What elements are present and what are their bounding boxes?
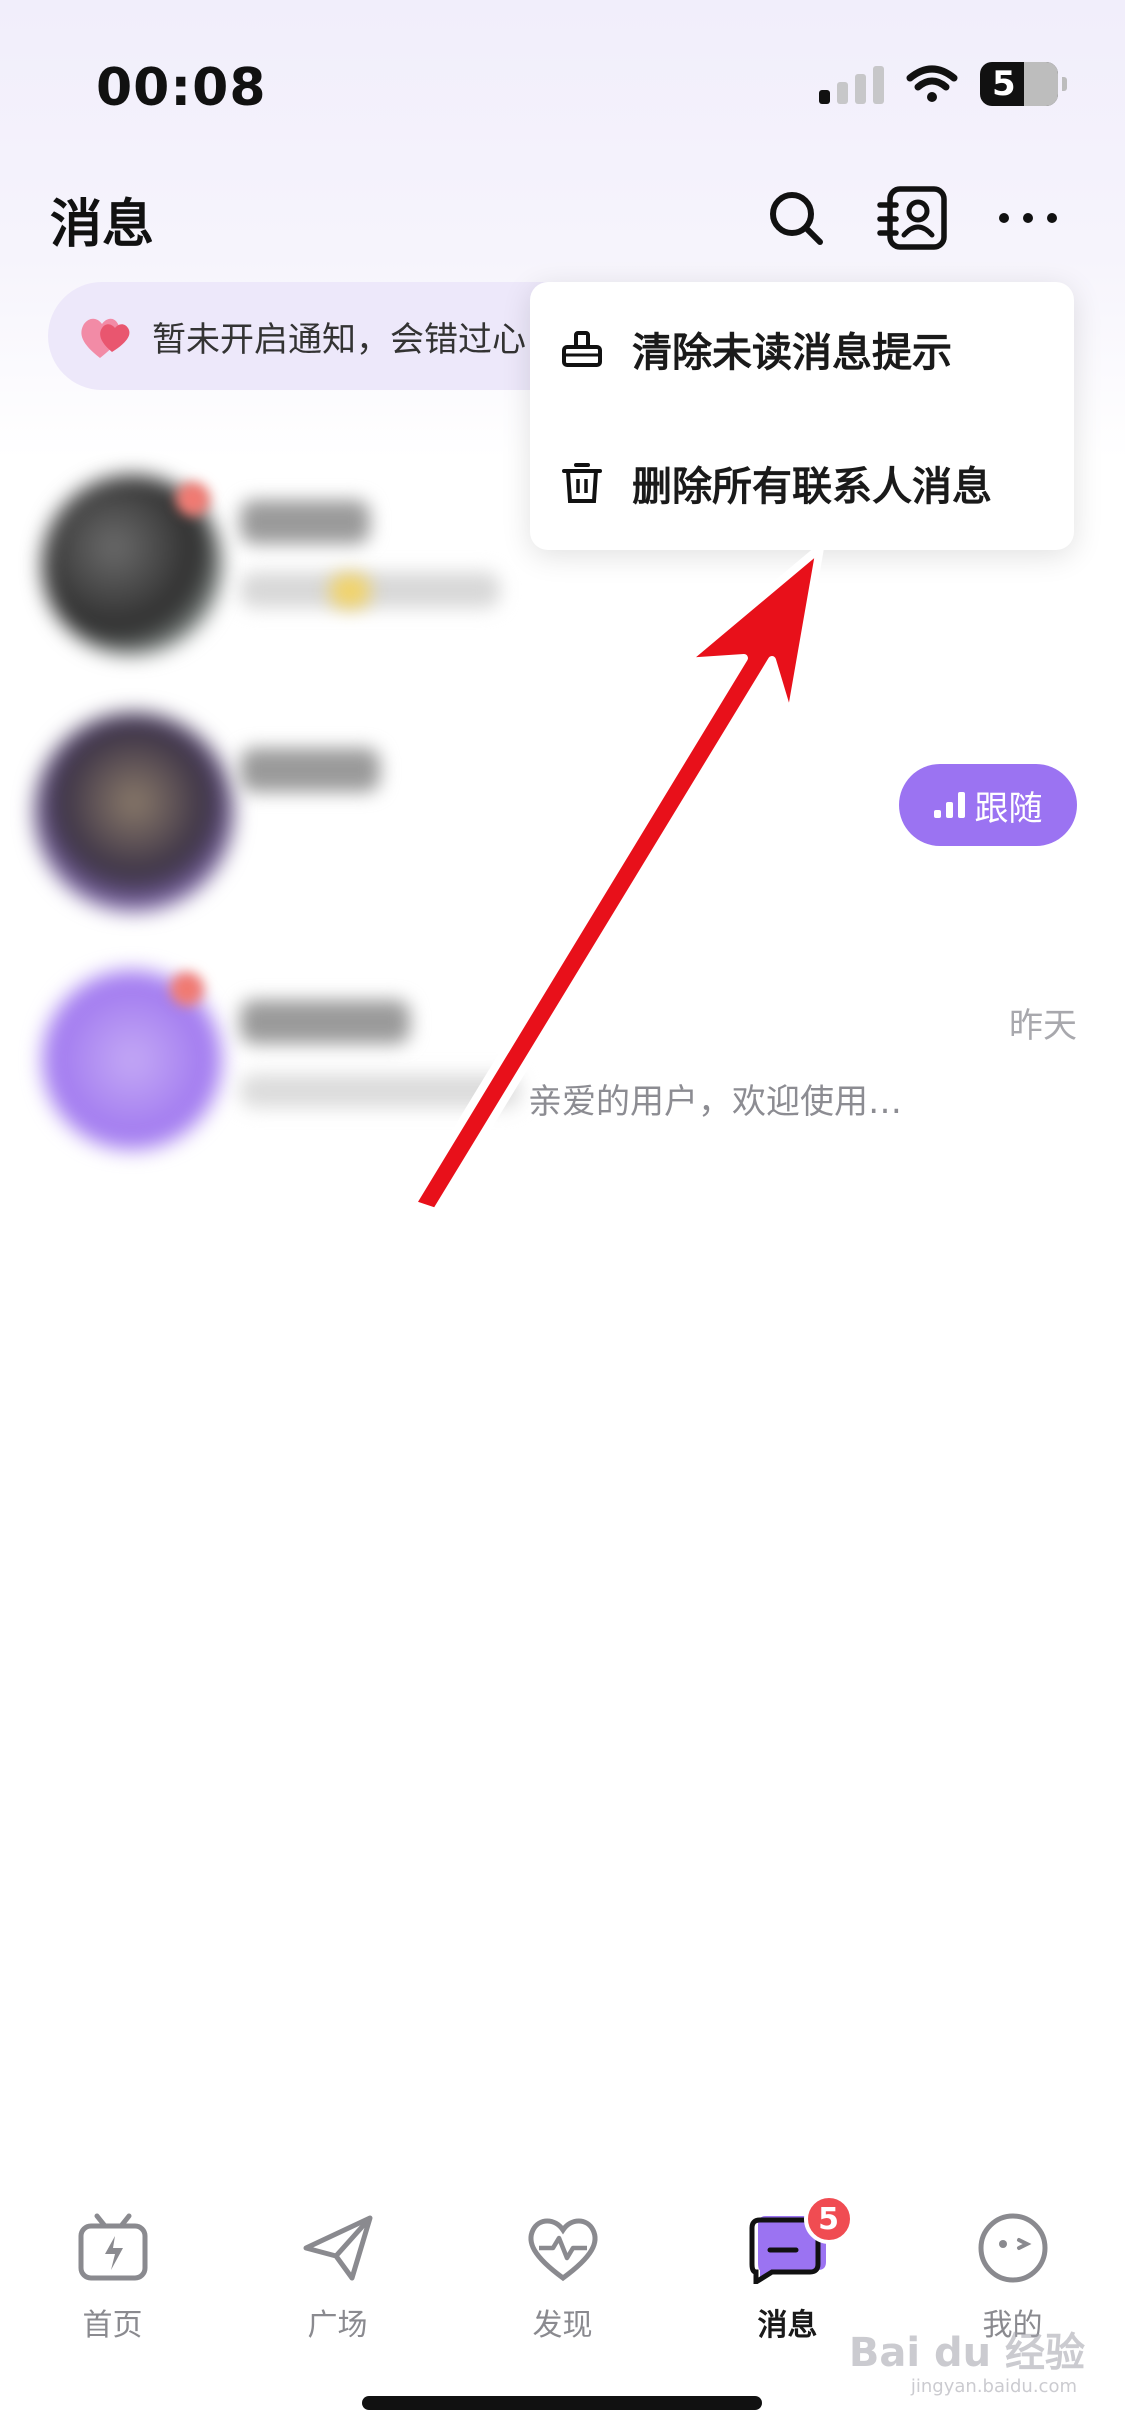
wifi-icon bbox=[906, 65, 958, 102]
message-preview-blurred bbox=[240, 572, 500, 608]
trash-icon bbox=[562, 463, 602, 503]
signal-bars-icon bbox=[933, 792, 965, 818]
tab-label: 广场 bbox=[307, 2308, 368, 2343]
notification-banner-text: 暂未开启通知，会错过心 bbox=[152, 319, 526, 360]
battery-icon: 5 bbox=[980, 62, 1058, 106]
message-preview-blurred bbox=[240, 1074, 520, 1108]
more-button[interactable] bbox=[990, 180, 1066, 256]
tab-label: 发现 bbox=[532, 2308, 593, 2343]
page-title: 消息 bbox=[50, 195, 155, 255]
conversation-time: 昨天 bbox=[1009, 1006, 1077, 1046]
status-time: 00:08 bbox=[96, 58, 267, 118]
conversation-item[interactable] bbox=[0, 950, 1125, 1180]
tab-discover[interactable]: 发现 bbox=[450, 2208, 675, 2378]
follow-button-label: 跟随 bbox=[974, 788, 1043, 829]
tab-label: 首页 bbox=[82, 2308, 143, 2343]
baidu-watermark: Bai du 经验 bbox=[848, 2330, 1085, 2376]
baidu-watermark-url: jingyan.baidu.com bbox=[910, 2376, 1077, 2397]
search-icon bbox=[770, 192, 823, 245]
notification-banner[interactable]: 暂未开启通知，会错过心 bbox=[48, 282, 608, 390]
battery-nub bbox=[1062, 77, 1067, 91]
unread-dot bbox=[170, 972, 204, 1006]
menu-item-clear-unread[interactable]: 清除未读消息提示 bbox=[530, 282, 1074, 416]
contacts-button[interactable] bbox=[874, 180, 950, 256]
hearts-icon bbox=[81, 318, 130, 358]
contact-name-blurred bbox=[240, 500, 370, 544]
message-icon: 5 bbox=[748, 2194, 854, 2288]
status-icons: 5 bbox=[819, 62, 1067, 106]
clear-icon bbox=[562, 331, 602, 367]
avatar bbox=[34, 712, 234, 912]
menu-item-delete-all[interactable]: 删除所有联系人消息 bbox=[530, 416, 1074, 550]
tab-label: 消息 bbox=[757, 2308, 818, 2343]
menu-item-label: 删除所有联系人消息 bbox=[632, 464, 992, 510]
more-icon bbox=[999, 213, 1057, 223]
more-options-menu: 清除未读消息提示 删除所有联系人消息 bbox=[530, 282, 1074, 550]
unread-count-badge: 5 bbox=[803, 2194, 854, 2244]
contacts-icon bbox=[877, 186, 947, 250]
tab-square[interactable]: 广场 bbox=[225, 2208, 450, 2378]
unread-dot bbox=[176, 482, 210, 516]
home-indicator[interactable] bbox=[362, 2396, 762, 2410]
face-icon bbox=[973, 2208, 1053, 2288]
heart-pulse-icon bbox=[523, 2208, 603, 2288]
follow-button[interactable]: 跟随 bbox=[899, 764, 1077, 846]
tab-home[interactable]: 首页 bbox=[0, 2208, 225, 2378]
emoji-blurred bbox=[330, 574, 370, 608]
conversation-preview: 亲爱的用户，欢迎使用… bbox=[528, 1082, 902, 1122]
contact-name-blurred bbox=[240, 1000, 410, 1044]
cellular-signal-icon bbox=[819, 64, 884, 104]
contact-name-blurred bbox=[240, 748, 380, 792]
battery-level: 5 bbox=[992, 64, 1016, 104]
search-button[interactable] bbox=[758, 180, 834, 256]
menu-item-label: 清除未读消息提示 bbox=[632, 330, 952, 376]
paper-plane-icon bbox=[298, 2208, 378, 2288]
tv-icon bbox=[73, 2208, 153, 2288]
